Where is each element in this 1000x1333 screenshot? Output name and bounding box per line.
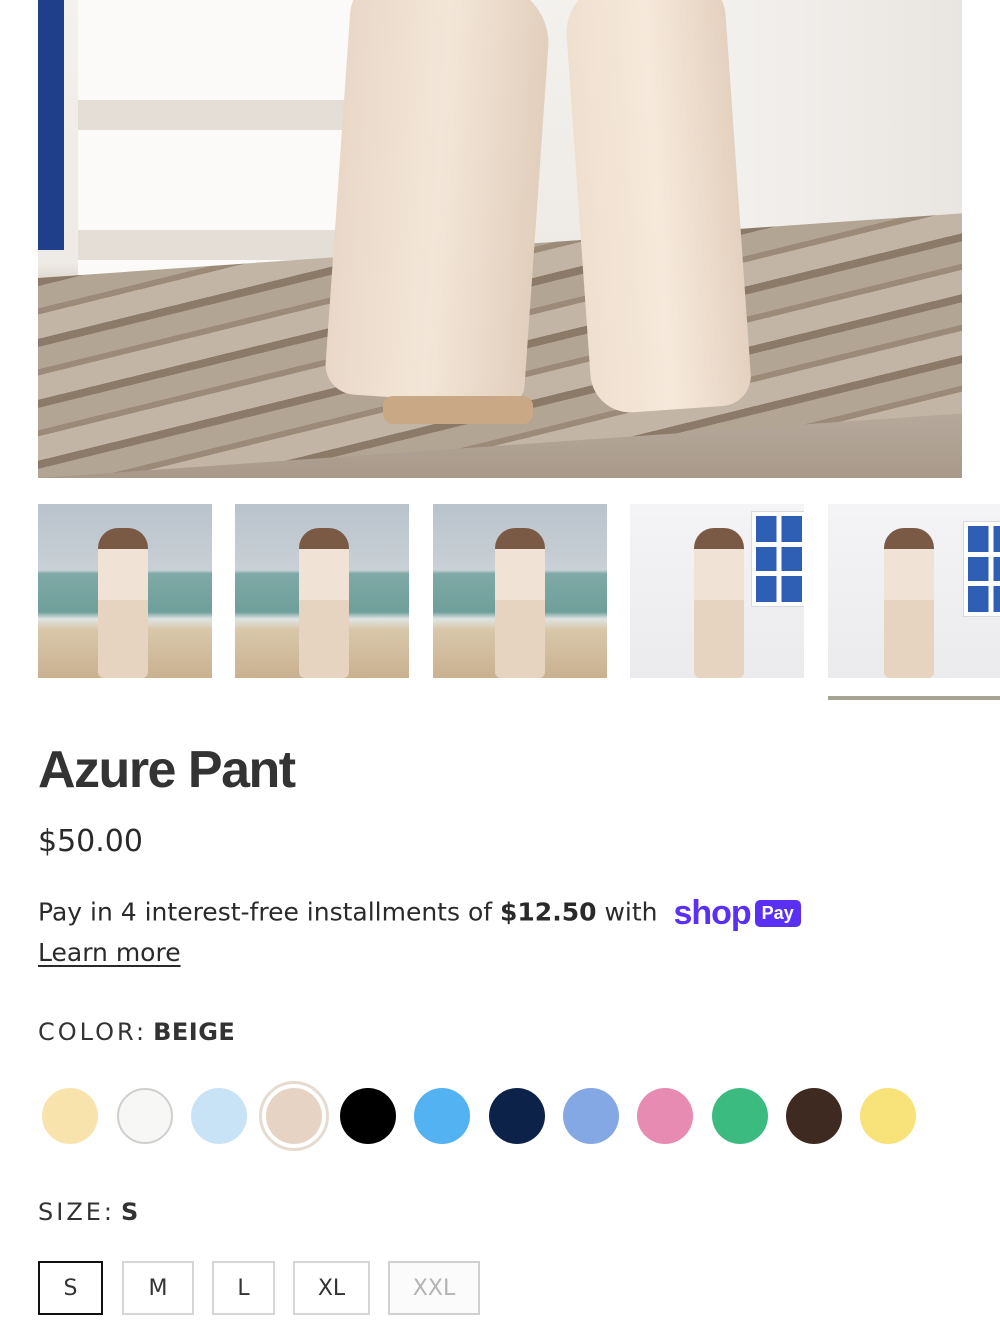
- product-title: Azure Pant: [38, 741, 296, 799]
- size-option-l[interactable]: L: [212, 1261, 275, 1315]
- selected-color: BEIGE: [153, 1018, 236, 1046]
- color-swatch-10[interactable]: [712, 1088, 768, 1144]
- color-swatch-2[interactable]: [117, 1088, 173, 1144]
- main-product-image[interactable]: [38, 0, 962, 478]
- thumbnail-model: [495, 528, 545, 678]
- thumbnail-2[interactable]: [235, 504, 409, 678]
- color-swatch-5[interactable]: [340, 1088, 396, 1144]
- color-swatch-9[interactable]: [637, 1088, 693, 1144]
- color-swatch-8[interactable]: [563, 1088, 619, 1144]
- thumbnail-4[interactable]: [630, 504, 804, 678]
- color-label: COLOR: BEIGE: [38, 1018, 235, 1046]
- thumbnail-window: [751, 511, 804, 607]
- color-swatch-3[interactable]: [191, 1088, 247, 1144]
- color-swatch-4[interactable]: [259, 1081, 329, 1151]
- thumbnail-model: [98, 528, 148, 678]
- color-swatch-6[interactable]: [414, 1088, 470, 1144]
- image-right-leg: [563, 0, 753, 416]
- color-label-text: COLOR:: [38, 1018, 148, 1046]
- thumbnail-model: [694, 528, 744, 678]
- installments-prefix: Pay in 4 interest-free installments of: [38, 897, 493, 927]
- size-label: SIZE: S: [38, 1198, 139, 1226]
- size-label-text: SIZE:: [38, 1198, 116, 1226]
- color-swatch-7[interactable]: [489, 1088, 545, 1144]
- size-option-m[interactable]: M: [122, 1261, 194, 1315]
- shop-pay-badge: Pay: [754, 900, 801, 927]
- size-option-xl[interactable]: XL: [293, 1261, 370, 1315]
- color-swatch-1[interactable]: [42, 1088, 98, 1144]
- thumbnail-model: [299, 528, 349, 678]
- image-blue-edge: [38, 0, 64, 250]
- color-swatch-12[interactable]: [860, 1088, 916, 1144]
- color-swatch-11[interactable]: [786, 1088, 842, 1144]
- installments-amount: $12.50: [500, 897, 597, 927]
- size-option-s[interactable]: S: [38, 1261, 103, 1315]
- active-thumbnail-indicator: [828, 696, 1000, 700]
- shop-pay-logo: shop Pay: [673, 894, 801, 933]
- selected-size: S: [121, 1198, 139, 1226]
- image-sandal: [383, 396, 533, 424]
- thumbnail-model: [884, 528, 934, 678]
- thumbnail-1[interactable]: [38, 504, 212, 678]
- learn-more-link[interactable]: Learn more: [38, 938, 181, 967]
- thumbnail-5[interactable]: [828, 504, 1000, 678]
- image-left-leg: [323, 0, 553, 407]
- shop-pay-wordmark: shop: [673, 894, 751, 932]
- thumbnail-strip: [38, 504, 1000, 704]
- installments-message: Pay in 4 interest-free installments of $…: [38, 894, 801, 933]
- product-price: $50.00: [38, 824, 143, 859]
- thumbnail-3[interactable]: [433, 504, 607, 678]
- installments-suffix: with: [604, 897, 658, 927]
- size-option-xxl[interactable]: XXL: [388, 1261, 480, 1315]
- thumbnail-window: [963, 521, 1000, 617]
